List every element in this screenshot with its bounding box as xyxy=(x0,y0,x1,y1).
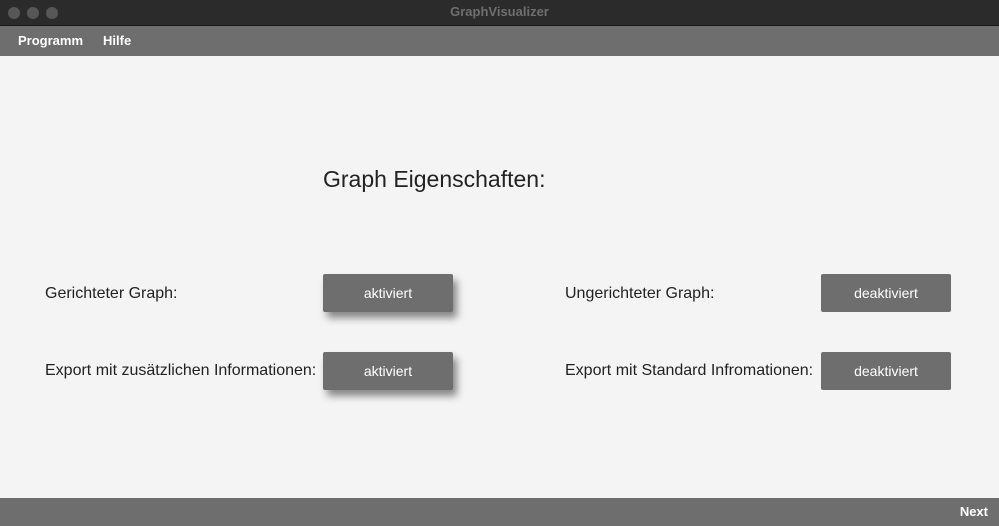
page-title: Graph Eigenschaften: xyxy=(323,166,546,192)
window-title: GraphVisualizer xyxy=(450,4,549,19)
footer-bar: Next xyxy=(0,498,999,526)
export-standard-info-label: Export mit Standard Infromationen: xyxy=(565,362,814,379)
menu-programm[interactable]: Programm xyxy=(18,26,83,56)
undirected-graph-toggle-button[interactable]: deaktiviert xyxy=(821,274,951,312)
menu-bar: Programm Hilfe xyxy=(0,26,999,56)
export-standard-info-toggle-button[interactable]: deaktiviert xyxy=(821,352,951,390)
export-extra-info-toggle-button[interactable]: aktiviert xyxy=(323,352,453,390)
next-button[interactable]: Next xyxy=(960,498,988,526)
title-bar: GraphVisualizer xyxy=(0,0,999,26)
app-window: GraphVisualizer Programm Hilfe Graph Eig… xyxy=(0,0,999,526)
undirected-graph-label: Ungerichteter Graph: xyxy=(565,285,715,302)
menu-hilfe[interactable]: Hilfe xyxy=(103,26,131,56)
export-extra-info-label: Export mit zusätzlichen Informationen: xyxy=(45,362,317,379)
main-content: Graph Eigenschaften: Gerichteter Graph: … xyxy=(0,56,999,498)
directed-graph-label: Gerichteter Graph: xyxy=(45,285,178,302)
directed-graph-toggle-button[interactable]: aktiviert xyxy=(323,274,453,312)
